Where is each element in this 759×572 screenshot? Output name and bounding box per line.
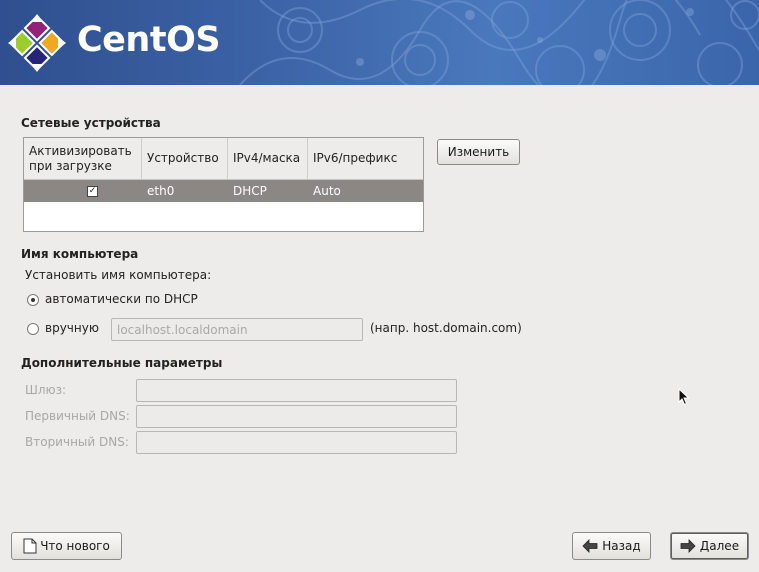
advanced-title: Дополнительные параметры: [21, 356, 223, 370]
table-row[interactable]: ✓ eth0 DHCP Auto: [24, 180, 423, 202]
ipv4-cell: DHCP: [233, 184, 267, 198]
mouse-pointer-icon: [678, 388, 690, 406]
gateway-field[interactable]: [136, 379, 457, 402]
column-header-label: IPv4/маска: [233, 151, 301, 165]
radio-manual-label[interactable]: вручную: [45, 321, 99, 335]
column-header-label: Активизировать при загрузке: [29, 143, 132, 173]
gateway-label: Шлюз:: [25, 383, 67, 397]
hostname-title: Имя компьютера: [21, 247, 139, 261]
column-header-device[interactable]: Устройство: [142, 138, 228, 179]
release-notes-label: Что нового: [40, 539, 110, 553]
ipv6-cell: Auto: [313, 184, 341, 198]
network-devices-title: Сетевые устройства: [21, 116, 161, 130]
device-cell: eth0: [147, 184, 175, 198]
brand-name: CentOS: [77, 20, 221, 60]
arrow-right-icon: [680, 539, 696, 553]
secondary-dns-label: Вторичный DNS:: [25, 435, 129, 449]
table-header: Активизировать при загрузке Устройство I…: [24, 138, 423, 180]
header-banner: CentOS: [0, 0, 759, 85]
hostname-input-value: localhost.localdomain: [117, 322, 248, 337]
primary-dns-label: Первичный DNS:: [25, 409, 130, 423]
edit-button-label: Изменить: [447, 145, 510, 159]
next-button-label: Далее: [699, 539, 740, 553]
radio-auto-dhcp[interactable]: [27, 294, 39, 306]
hostname-example: (напр. host.domain.com): [370, 321, 522, 335]
active-checkbox[interactable]: ✓: [87, 180, 98, 202]
back-button[interactable]: Назад: [572, 532, 651, 560]
column-header-activate[interactable]: Активизировать при загрузке: [24, 138, 142, 179]
secondary-dns-field[interactable]: [136, 431, 457, 454]
arrow-left-icon: [582, 539, 598, 553]
primary-dns-field[interactable]: [136, 405, 457, 428]
radio-manual[interactable]: [27, 323, 39, 335]
document-icon: [23, 538, 37, 554]
network-devices-table[interactable]: Активизировать при загрузке Устройство I…: [23, 137, 424, 232]
centos-logo-icon: [8, 14, 66, 72]
edit-button[interactable]: Изменить: [437, 139, 520, 165]
next-button[interactable]: Далее: [670, 532, 749, 560]
radio-auto-dhcp-label[interactable]: автоматически по DHCP: [45, 292, 198, 306]
column-header-ipv6[interactable]: IPv6/префикс: [308, 138, 423, 179]
hostname-prompt: Установить имя компьютера:: [25, 268, 212, 282]
checkmark-icon: ✓: [87, 185, 98, 197]
column-header-label: Устройство: [147, 151, 219, 165]
release-notes-button[interactable]: Что нового: [11, 532, 122, 560]
back-button-label: Назад: [602, 539, 641, 553]
column-header-label: IPv6/префикс: [313, 151, 398, 165]
hostname-input[interactable]: localhost.localdomain: [111, 318, 363, 341]
column-header-ipv4[interactable]: IPv4/маска: [228, 138, 308, 179]
